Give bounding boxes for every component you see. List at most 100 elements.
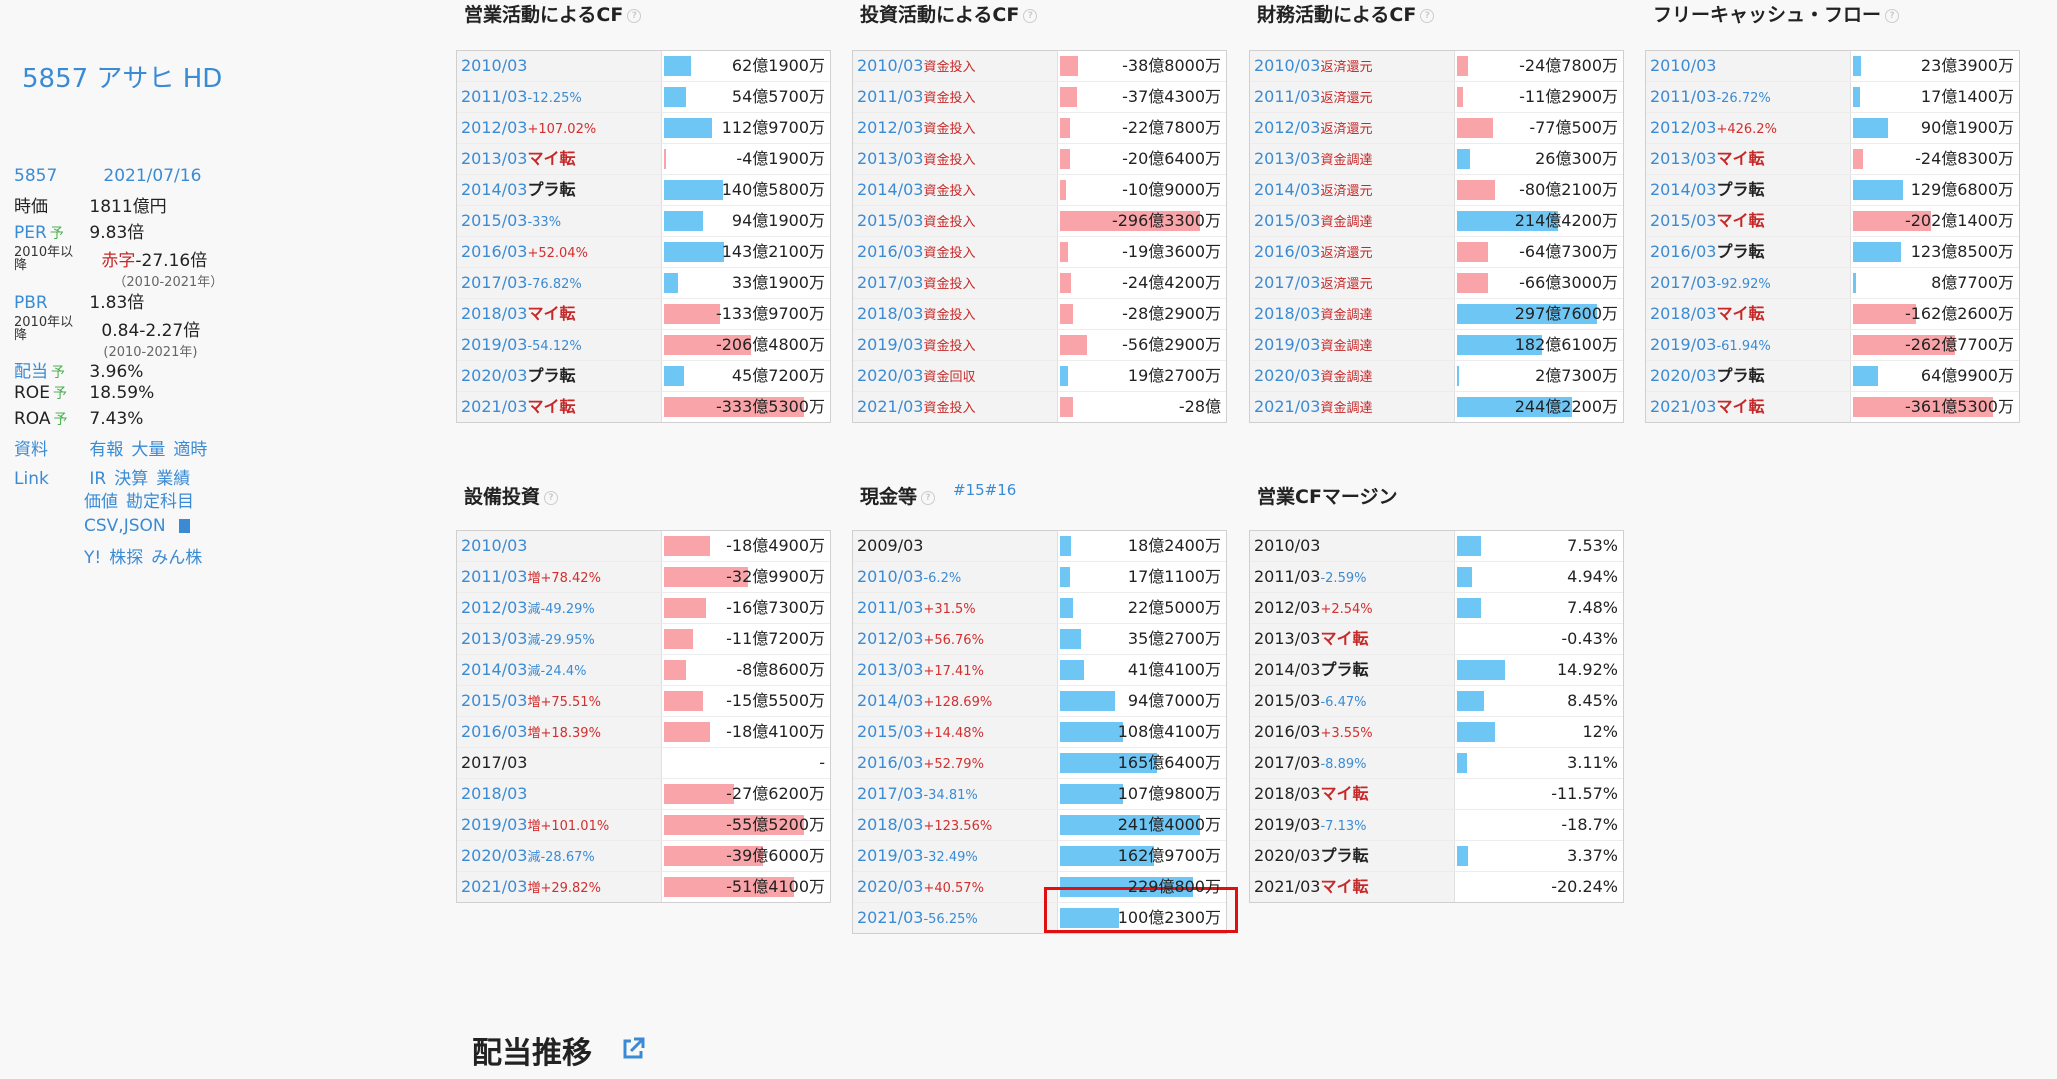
row-year[interactable]: 2013/03 bbox=[461, 629, 527, 648]
row-year[interactable]: 2014/03 bbox=[461, 180, 527, 199]
row-year[interactable]: 2012/03 bbox=[1254, 118, 1320, 137]
link-kabutan[interactable]: 株探 bbox=[109, 548, 143, 568]
row-year[interactable]: 2019/03 bbox=[1650, 335, 1716, 354]
row-year[interactable]: 2017/03 bbox=[1254, 273, 1320, 292]
row-year[interactable]: 2012/03 bbox=[461, 118, 527, 137]
help-icon[interactable]: ? bbox=[627, 8, 642, 23]
row-year[interactable]: 2015/03 bbox=[461, 691, 527, 710]
stock-code[interactable]: 5857 bbox=[14, 166, 84, 186]
row-year[interactable]: 2018/03 bbox=[857, 815, 923, 834]
row-year[interactable]: 2016/03 bbox=[1254, 242, 1320, 261]
csv-json-link[interactable]: CSV,JSON bbox=[84, 516, 166, 536]
row-year[interactable]: 2010/03 bbox=[461, 536, 527, 555]
row-year[interactable]: 2018/03 bbox=[461, 784, 527, 803]
row-year[interactable]: 2013/03 bbox=[1254, 149, 1320, 168]
help-icon[interactable]: ? bbox=[1885, 8, 1900, 23]
row-year[interactable]: 2011/03 bbox=[1254, 87, 1320, 106]
row-year[interactable]: 2014/03 bbox=[857, 180, 923, 199]
row-year[interactable]: 2021/03 bbox=[857, 908, 923, 927]
row-year[interactable]: 2016/03 bbox=[461, 242, 527, 261]
help-icon[interactable]: ? bbox=[1420, 8, 1435, 23]
link-kanjo[interactable]: 勘定科目 bbox=[126, 492, 194, 512]
pbr-label[interactable]: PBR bbox=[14, 293, 84, 313]
link-yahoo[interactable]: Y! bbox=[84, 548, 101, 568]
row-year[interactable]: 2011/03 bbox=[857, 87, 923, 106]
row-year[interactable]: 2020/03 bbox=[1254, 366, 1320, 385]
link-gyoseki[interactable]: 業績 bbox=[156, 469, 190, 489]
row-year[interactable]: 2020/03 bbox=[461, 846, 527, 865]
row-year[interactable]: 2013/03 bbox=[857, 149, 923, 168]
help-icon[interactable]: ? bbox=[1023, 8, 1038, 23]
row-year[interactable]: 2010/03 bbox=[1650, 56, 1716, 75]
row-year[interactable]: 2018/03 bbox=[1254, 304, 1320, 323]
link-minkabu[interactable]: みん株 bbox=[151, 548, 202, 568]
row-year[interactable]: 2011/03 bbox=[857, 598, 923, 617]
row-year[interactable]: 2021/03 bbox=[1254, 397, 1320, 416]
row-year[interactable]: 2019/03 bbox=[461, 335, 527, 354]
row-year[interactable]: 2010/03 bbox=[461, 56, 527, 75]
row-year[interactable]: 2016/03 bbox=[857, 753, 923, 772]
row-year[interactable]: 2020/03 bbox=[857, 877, 923, 896]
row-year[interactable]: 2020/03 bbox=[1650, 366, 1716, 385]
row-year[interactable]: 2021/03 bbox=[857, 397, 923, 416]
row-year[interactable]: 2020/03 bbox=[857, 366, 923, 385]
row-year[interactable]: 2011/03 bbox=[461, 87, 527, 106]
link-kessan[interactable]: 決算 bbox=[114, 469, 148, 489]
link-kachi[interactable]: 価値 bbox=[84, 492, 118, 512]
row-year[interactable]: 2012/03 bbox=[857, 629, 923, 648]
dividend-label-text[interactable]: 配当 bbox=[14, 362, 48, 382]
stock-title[interactable]: 5857 アサヒ HD bbox=[22, 58, 222, 95]
row-year[interactable]: 2016/03 bbox=[1650, 242, 1716, 261]
row-year[interactable]: 2015/03 bbox=[857, 211, 923, 230]
dividend-label[interactable]: 配当予 bbox=[14, 357, 84, 382]
row-year[interactable]: 2012/03 bbox=[461, 598, 527, 617]
doc-link-tekiji[interactable]: 適時 bbox=[173, 440, 207, 460]
row-year[interactable]: 2012/03 bbox=[1650, 118, 1716, 137]
quote-date[interactable]: 2021/07/16 bbox=[103, 166, 201, 186]
row-year[interactable]: 2011/03 bbox=[461, 567, 527, 586]
file-download-icon[interactable] bbox=[179, 519, 191, 533]
row-year[interactable]: 2015/03 bbox=[1254, 211, 1320, 230]
external-link-icon[interactable] bbox=[620, 1036, 646, 1062]
row-year[interactable]: 2015/03 bbox=[1650, 211, 1716, 230]
row-year[interactable]: 2017/03 bbox=[857, 273, 923, 292]
row-year[interactable]: 2021/03 bbox=[1650, 397, 1716, 416]
row-year[interactable]: 2012/03 bbox=[857, 118, 923, 137]
row-year[interactable]: 2017/03 bbox=[857, 784, 923, 803]
doc-link-tairyo[interactable]: 大量 bbox=[131, 440, 165, 460]
row-year[interactable]: 2010/03 bbox=[857, 567, 923, 586]
row-year[interactable]: 2013/03 bbox=[857, 660, 923, 679]
row-year[interactable]: 2015/03 bbox=[857, 722, 923, 741]
row-year[interactable]: 2010/03 bbox=[857, 56, 923, 75]
row-year[interactable]: 2020/03 bbox=[461, 366, 527, 385]
row-year[interactable]: 2014/03 bbox=[857, 691, 923, 710]
row-year[interactable]: 2014/03 bbox=[1650, 180, 1716, 199]
link-ir[interactable]: IR bbox=[89, 469, 106, 489]
row-year[interactable]: 2019/03 bbox=[857, 846, 923, 865]
row-year[interactable]: 2010/03 bbox=[1254, 56, 1320, 75]
cash-note-link[interactable]: #15#16 bbox=[953, 481, 1016, 499]
row-year[interactable]: 2018/03 bbox=[1650, 304, 1716, 323]
per-label[interactable]: PER 予 bbox=[14, 223, 84, 243]
row-year[interactable]: 2014/03 bbox=[461, 660, 527, 679]
row-year[interactable]: 2021/03 bbox=[461, 877, 527, 896]
row-year[interactable]: 2016/03 bbox=[857, 242, 923, 261]
row-year[interactable]: 2018/03 bbox=[461, 304, 527, 323]
row-year[interactable]: 2019/03 bbox=[461, 815, 527, 834]
row-year[interactable]: 2019/03 bbox=[857, 335, 923, 354]
row-year[interactable]: 2013/03 bbox=[1650, 149, 1716, 168]
row-year[interactable]: 2016/03 bbox=[461, 722, 527, 741]
row-year[interactable]: 2011/03 bbox=[1650, 87, 1716, 106]
help-icon[interactable]: ? bbox=[921, 490, 936, 505]
row-year[interactable]: 2019/03 bbox=[1254, 335, 1320, 354]
row-year[interactable]: 2018/03 bbox=[857, 304, 923, 323]
row-year[interactable]: 2014/03 bbox=[1254, 180, 1320, 199]
help-icon[interactable]: ? bbox=[544, 490, 559, 505]
row-year[interactable]: 2013/03 bbox=[461, 149, 527, 168]
row-year[interactable]: 2017/03 bbox=[461, 273, 527, 292]
row-year[interactable]: 2015/03 bbox=[461, 211, 527, 230]
row-year[interactable]: 2021/03 bbox=[461, 397, 527, 416]
doc-link-yuho[interactable]: 有報 bbox=[89, 440, 123, 460]
per-label-text[interactable]: PER bbox=[14, 223, 47, 243]
row-year[interactable]: 2017/03 bbox=[1650, 273, 1716, 292]
